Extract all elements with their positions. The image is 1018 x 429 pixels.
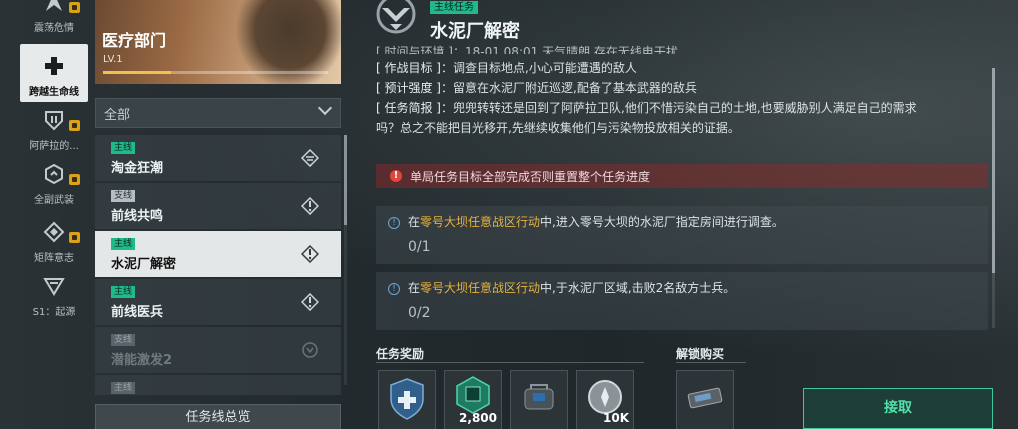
mission-list-scroll-thumb[interactable] xyxy=(344,135,347,225)
rail-item-label: 跨越生命线 xyxy=(29,87,79,98)
unlock-item[interactable] xyxy=(676,370,734,429)
reward-item[interactable]: 2,800 xyxy=(444,370,502,429)
detail-scroll-thumb[interactable] xyxy=(992,68,995,273)
diamond-icon xyxy=(39,217,69,247)
reward-quantity: 2,800 xyxy=(459,411,497,425)
mission-type-tag: 主线任务 xyxy=(430,1,478,14)
tracked-icon xyxy=(301,149,319,167)
mission-title: 潜能激发2 xyxy=(111,353,173,368)
objective-location: 零号大坝任意战区行动 xyxy=(420,215,541,229)
objective-text: 中,于水泥厂区域,击败2名敌方士兵。 xyxy=(540,281,736,295)
list-item[interactable]: 主线 xyxy=(95,375,341,395)
medical-shield-icon xyxy=(390,378,424,420)
warning-text: 单局任务目标全部完成否则重置整个任务进度 xyxy=(410,169,651,184)
reset-warning: ! 单局任务目标全部完成否则重置整个任务进度 xyxy=(376,164,988,188)
objective-location: 零号大坝任意战区行动 xyxy=(420,281,541,295)
chevron-down-icon xyxy=(317,100,333,116)
mission-tag: 支线 xyxy=(111,190,136,202)
rail-item-label: 全副武装 xyxy=(34,195,74,206)
mission-tag: 主线 xyxy=(111,238,136,250)
briefing-key: [ 任务简报 ] xyxy=(376,101,441,115)
mission-title: 前线共鸣 xyxy=(111,209,164,224)
briefing-value: 吗？总之不能把目光移开,先继续收集他们与污染物投放相关的证据。 xyxy=(376,121,740,135)
mission-tag: 支线 xyxy=(111,334,136,346)
objective-text: 在 xyxy=(408,215,421,229)
objective-item: ! 在零号大坝任意战区行动中,于水泥厂区域,击败2名敌方士兵。 0/2 xyxy=(376,272,988,330)
info-icon: ! xyxy=(388,217,400,229)
list-item[interactable]: 主线 淘金狂潮 xyxy=(95,135,341,181)
mission-tag: 主线 xyxy=(111,382,136,394)
department-name: 医疗部门 xyxy=(102,31,167,50)
briefing-value: ：留意在水泥厂附近巡逻,配备了基本武器的敌兵 xyxy=(441,81,697,95)
objective-progress: 0/1 xyxy=(408,239,431,255)
mission-briefing: [ 时间与环境 ]：18-01 08:01,天气晴朗,存在无线电干扰 [ 作战目… xyxy=(376,45,988,138)
objective-progress: 0/2 xyxy=(408,305,431,321)
briefing-key: [ 作战目标 ] xyxy=(376,61,441,75)
level-progress-bar xyxy=(103,71,328,74)
rewards-divider xyxy=(376,362,644,363)
lock-icon xyxy=(69,120,80,131)
rewards-label: 任务奖励 xyxy=(376,347,425,361)
blueprint-icon xyxy=(687,387,723,409)
unlock-label: 解锁购买 xyxy=(676,347,725,361)
cross-icon xyxy=(39,51,69,81)
rail-item-label: S1：起源 xyxy=(32,307,76,318)
mission-tag: 主线 xyxy=(111,286,136,298)
briefing-value: ：调查目标地点,小心可能遭遇的敌人 xyxy=(441,61,637,75)
mission-list: 主线 淘金狂潮 支线 前线共鸣 主线 水泥厂解密 主线 前线医兵 支线 潜能激发… xyxy=(95,135,341,395)
alert-diamond-icon xyxy=(301,293,319,311)
objective-text: 在 xyxy=(408,281,421,295)
mission-filter-dropdown[interactable]: 全部 xyxy=(95,98,341,128)
mission-title: 淘金狂潮 xyxy=(111,161,164,176)
rail-item-3[interactable]: 全副武装 xyxy=(20,152,88,210)
department-level: LV.1 xyxy=(103,54,123,65)
reward-item[interactable]: 10K xyxy=(576,370,634,429)
rail-item-1[interactable]: 跨越生命线 xyxy=(20,44,88,102)
unlock-divider xyxy=(676,362,746,363)
reward-item[interactable] xyxy=(378,370,436,429)
triangle-icon xyxy=(39,271,69,301)
rail-item-2[interactable]: 阿萨拉的... xyxy=(20,98,88,156)
lock-icon xyxy=(69,232,80,243)
hex-arrow-icon xyxy=(39,159,69,189)
lock-icon xyxy=(69,174,80,185)
mission-tag: 主线 xyxy=(111,142,136,154)
shield-icon xyxy=(39,105,69,135)
accept-mission-button[interactable]: 接取 xyxy=(803,388,993,429)
blade-icon xyxy=(39,0,69,17)
briefing-value: ：兜兜转转还是回到了阿萨拉卫队,他们不惜污染自己的土地,也要威胁别人满足自己的需… xyxy=(441,101,917,115)
equipment-bag-icon xyxy=(524,384,554,410)
rail-item-4[interactable]: 矩阵意志 xyxy=(20,210,88,268)
department-banner: 医疗部门 LV.1 xyxy=(95,0,341,84)
objective-item: ! 在零号大坝任意战区行动中,进入零号大坝的水泥厂指定房间进行调查。 0/1 xyxy=(376,206,988,264)
mission-detail-title: 水泥厂解密 xyxy=(430,21,520,42)
list-item[interactable]: 支线 潜能激发2 xyxy=(95,327,341,373)
lock-badge-icon xyxy=(302,342,318,358)
briefing-environment-line: [ 时间与环境 ]：18-01 08:01,天气晴朗,存在无线电干扰 xyxy=(376,45,678,54)
briefing-key: [ 预计强度 ] xyxy=(376,81,441,95)
mission-line-overview-button[interactable]: 任务线总览 xyxy=(95,404,341,429)
alert-diamond-icon xyxy=(301,245,319,263)
objective-text: 中,进入零号大坝的水泥厂指定房间进行调查。 xyxy=(540,215,784,229)
mission-title: 前线医兵 xyxy=(111,305,164,320)
lock-icon xyxy=(69,2,80,13)
list-item[interactable]: 主线 前线医兵 xyxy=(95,279,341,325)
reward-item[interactable] xyxy=(510,370,568,429)
mission-title: 水泥厂解密 xyxy=(111,257,177,272)
chapter-rail: 震荡危情 跨越生命线 阿萨拉的... 全副武装 矩阵意志 S1：起源 xyxy=(20,0,88,429)
reward-quantity: 10K xyxy=(603,411,629,425)
info-icon: ! xyxy=(388,283,400,295)
alert-diamond-icon xyxy=(301,197,319,215)
eagle-emblem-icon xyxy=(376,0,416,34)
rail-item-label: 震荡危情 xyxy=(34,23,74,34)
rail-item-0[interactable]: 震荡危情 xyxy=(20,0,88,38)
rail-item-label: 阿萨拉的... xyxy=(29,141,79,152)
warning-icon: ! xyxy=(390,170,402,182)
list-item[interactable]: 主线 水泥厂解密 xyxy=(95,231,341,277)
list-item[interactable]: 支线 前线共鸣 xyxy=(95,183,341,229)
filter-selected: 全部 xyxy=(104,107,131,123)
rail-item-5[interactable]: S1：起源 xyxy=(20,264,88,322)
rail-item-label: 矩阵意志 xyxy=(34,253,74,264)
